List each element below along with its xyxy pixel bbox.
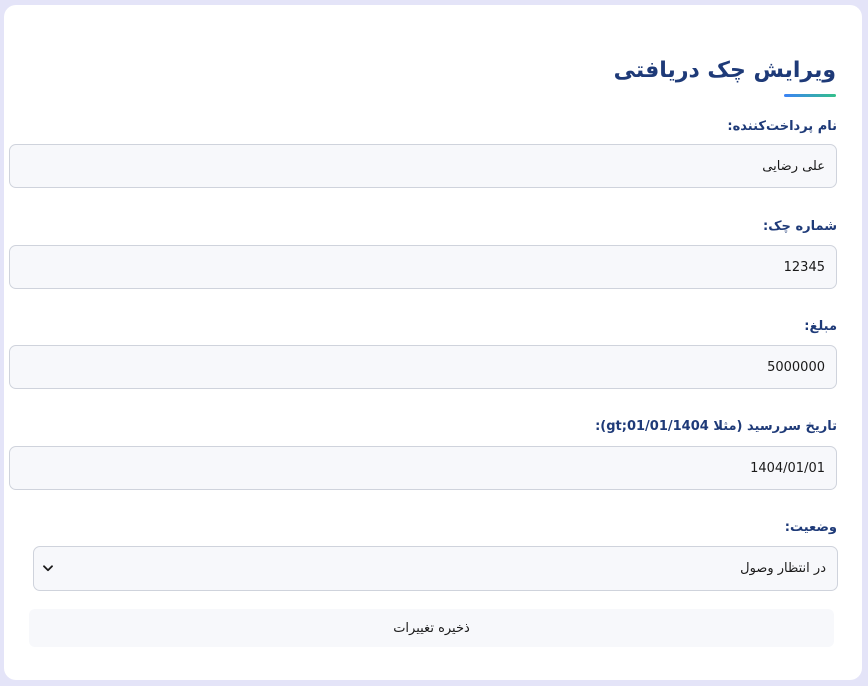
payer-name-label: نام پرداخت‌کننده: xyxy=(727,119,837,134)
check-number-label: شماره چک: xyxy=(763,219,837,234)
title-underline xyxy=(784,94,836,97)
page-title: ویرایش چک دریافتی xyxy=(613,58,836,83)
status-label: وضعیت: xyxy=(784,520,837,535)
chevron-down-icon xyxy=(41,562,55,576)
amount-label: مبلغ: xyxy=(804,319,837,334)
payer-name-input[interactable] xyxy=(9,144,837,188)
due-date-label: تاریخ سررسید (مثلا gt;01/01/1404): xyxy=(595,419,837,434)
save-changes-button[interactable]: ذخیره تغییرات xyxy=(29,609,834,647)
edit-check-card: ویرایش چک دریافتی نام پرداخت‌کننده: شمار… xyxy=(4,5,862,680)
due-date-input[interactable] xyxy=(9,446,837,490)
amount-input[interactable] xyxy=(9,345,837,389)
check-number-input[interactable] xyxy=(9,245,837,289)
status-select[interactable]: در انتظار وصول xyxy=(33,546,838,591)
status-selected-value: در انتظار وصول xyxy=(740,561,826,576)
